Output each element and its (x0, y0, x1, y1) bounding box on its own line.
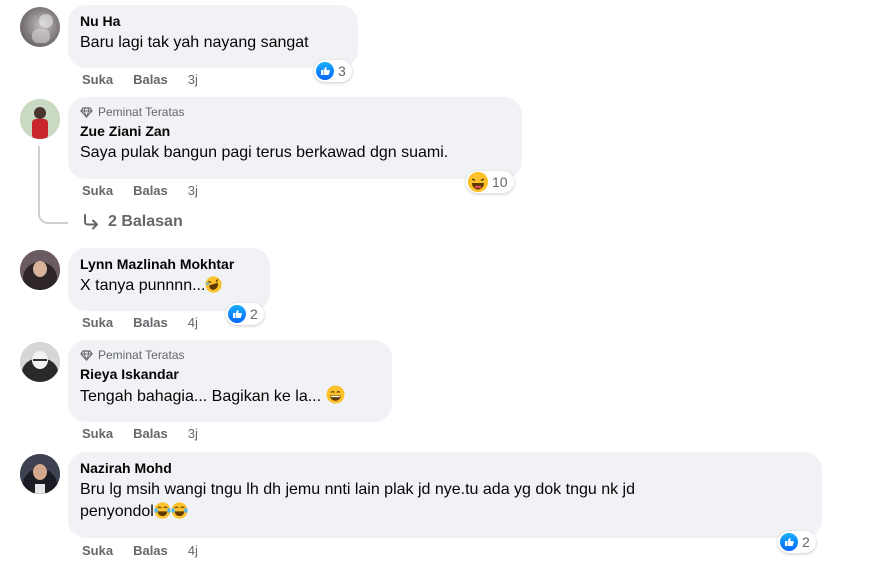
avatar[interactable] (20, 99, 60, 139)
like-button[interactable]: Suka (82, 72, 113, 87)
top-fan-label: Peminat Teratas (98, 105, 185, 119)
comment-text: Tengah bahagia... Bagikan ke la... (80, 385, 380, 408)
reaction-count: 10 (492, 174, 508, 190)
reply-button[interactable]: Balas (133, 72, 168, 87)
reply-button[interactable]: Balas (133, 315, 168, 330)
avatar-photo (20, 250, 60, 290)
thread-line (38, 146, 40, 214)
thread-connector (38, 208, 68, 224)
tears-of-joy-emoji-icon (154, 502, 171, 519)
like-button[interactable]: Suka (82, 183, 113, 198)
reaction-count-pill[interactable]: 2 (778, 531, 816, 553)
comment-bubble: Nu Ha Baru lagi tak yah nayang sangat (68, 5, 358, 68)
tears-of-joy-emoji-icon (171, 502, 188, 519)
comment-actions: Suka Balas 4j (82, 315, 198, 330)
like-icon (316, 62, 334, 80)
comment-timestamp[interactable]: 4j (188, 543, 198, 558)
reply-button[interactable]: Balas (133, 426, 168, 441)
comment-author[interactable]: Nu Ha (80, 13, 346, 29)
like-icon (228, 305, 246, 323)
avatar[interactable] (20, 7, 60, 47)
avatar-photo (20, 454, 60, 494)
comment-text: Saya pulak bangun pagi terus berkawad dg… (80, 144, 449, 161)
top-fan-badge: Peminat Teratas (80, 105, 510, 119)
comment-author[interactable]: Nazirah Mohd (80, 460, 810, 476)
reaction-count-pill[interactable]: 2 (226, 303, 264, 325)
reaction-count: 3 (338, 63, 346, 79)
comment-actions: Suka Balas 3j (82, 72, 198, 87)
avatar-photo (20, 99, 60, 139)
avatar[interactable] (20, 342, 60, 382)
like-button[interactable]: Suka (82, 426, 113, 441)
comment-text-line: Bru lg msih wangi tngu lh dh jemu nnti l… (80, 481, 635, 498)
avatar-photo (32, 14, 53, 43)
comment-timestamp[interactable]: 3j (188, 72, 198, 87)
comment-text: Baru lagi tak yah nayang sangat (80, 34, 309, 51)
grin-emoji-icon (325, 385, 345, 404)
comment-timestamp[interactable]: 4j (188, 315, 198, 330)
view-replies-link[interactable]: 2 Balasan (82, 213, 183, 231)
top-fan-label: Peminat Teratas (98, 348, 185, 362)
comment-bubble: Nazirah Mohd Bru lg msih wangi tngu lh d… (68, 452, 822, 538)
comment-text-line: penyondol (80, 501, 810, 523)
comment-text-content: Tengah bahagia... Bagikan ke la... (80, 388, 326, 405)
reaction-count: 2 (250, 306, 258, 322)
like-icon (780, 533, 798, 551)
reaction-count-pill[interactable]: 10 (466, 171, 514, 193)
comment-text-content: X tanya punnnn... (80, 277, 206, 294)
top-fan-badge: Peminat Teratas (80, 348, 380, 362)
comment-actions: Suka Balas 3j (82, 183, 198, 198)
comment-actions: Suka Balas 4j (82, 543, 198, 558)
comment-author[interactable]: Lynn Mazlinah Mokhtar (80, 256, 258, 272)
haha-icon (468, 172, 488, 192)
comment-bubble: Peminat Teratas Rieya Iskandar Tengah ba… (68, 340, 392, 422)
comment-bubble: Peminat Teratas Zue Ziani Zan Saya pulak… (68, 97, 522, 179)
reply-arrow-icon (84, 214, 98, 230)
comment-timestamp[interactable]: 3j (188, 183, 198, 198)
comment-text-content: penyondol (80, 503, 154, 520)
avatar[interactable] (20, 454, 60, 494)
reaction-count: 2 (802, 534, 810, 550)
reply-button[interactable]: Balas (133, 543, 168, 558)
like-button[interactable]: Suka (82, 543, 113, 558)
reaction-count-pill[interactable]: 3 (314, 60, 352, 82)
diamond-icon (80, 106, 93, 118)
comment-author[interactable]: Rieya Iskandar (80, 366, 380, 382)
avatar[interactable] (20, 250, 60, 290)
diamond-icon (80, 349, 93, 361)
comment-text: X tanya punnnn... (80, 275, 258, 297)
like-button[interactable]: Suka (82, 315, 113, 330)
reply-button[interactable]: Balas (133, 183, 168, 198)
comment-timestamp[interactable]: 3j (188, 426, 198, 441)
comment-bubble: Lynn Mazlinah Mokhtar X tanya punnnn... (68, 248, 270, 311)
comment-author[interactable]: Zue Ziani Zan (80, 123, 510, 139)
avatar-photo (20, 342, 60, 382)
comment-actions: Suka Balas 3j (82, 426, 198, 441)
replies-label: 2 Balasan (108, 213, 183, 230)
rofl-emoji-icon (205, 276, 223, 293)
comment-text: Bru lg msih wangi tngu lh dh jemu nnti l… (80, 479, 810, 523)
